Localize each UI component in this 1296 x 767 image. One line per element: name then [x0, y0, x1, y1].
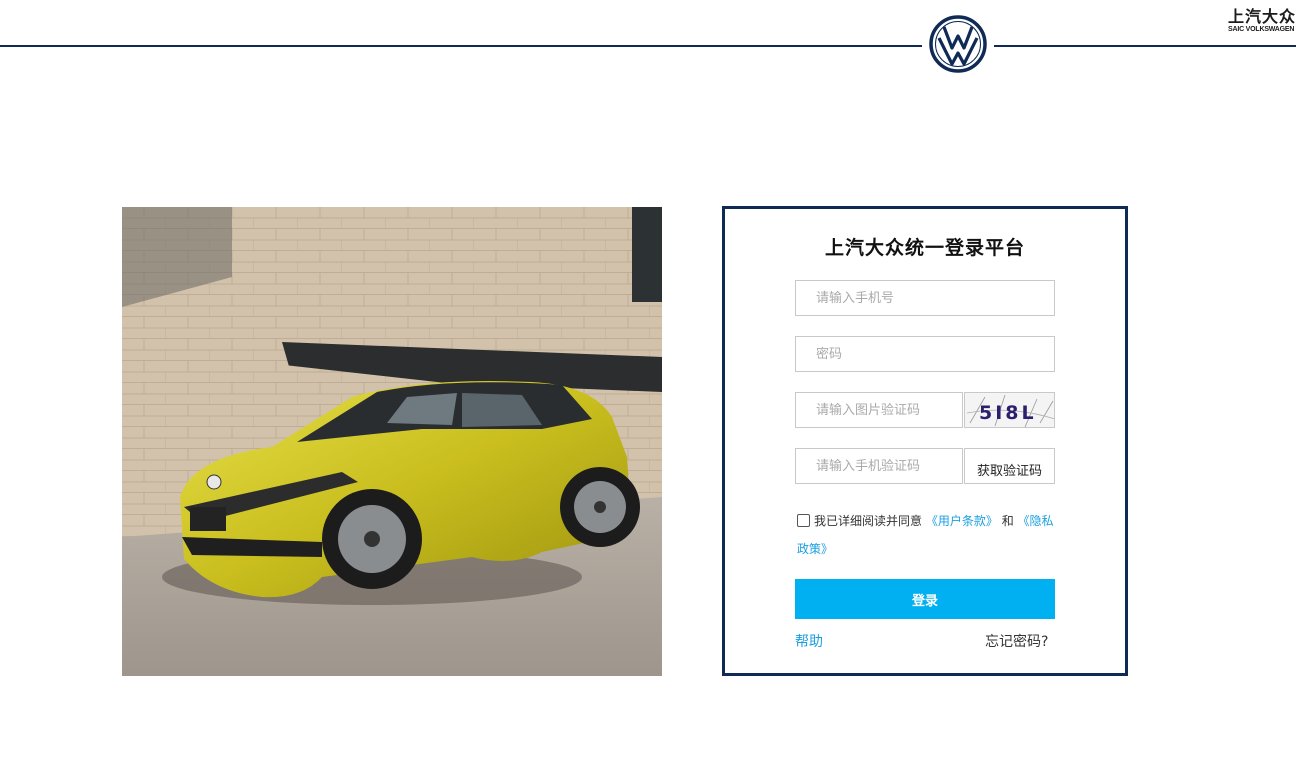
login-title: 上汽大众统一登录平台	[824, 237, 1025, 259]
hero-car-image	[122, 207, 662, 676]
agreement-checkbox[interactable]	[797, 514, 810, 527]
login-card: 上汽大众统一登录平台 5I8L 获取验证码 我已详细阅读并同意 《用户条款》 和…	[722, 206, 1128, 676]
sms-code-input[interactable]	[796, 449, 962, 483]
agreement-text: 我已详细阅读并同意	[814, 514, 923, 528]
password-field	[795, 336, 1055, 372]
brand-name-cn: 上汽大众	[1228, 8, 1296, 26]
get-sms-code-button[interactable]: 获取验证码	[964, 448, 1055, 484]
header: 上汽大众 SAIC VOLKSWAGEN	[0, 0, 1296, 80]
login-button[interactable]: 登录	[795, 579, 1055, 619]
brand-logo: 上汽大众 SAIC VOLKSWAGEN	[1228, 8, 1296, 38]
captcha-input[interactable]	[796, 393, 962, 427]
vw-logo	[929, 15, 987, 73]
help-link[interactable]: 帮助	[795, 631, 823, 651]
phone-field	[795, 280, 1055, 316]
header-divider-right	[994, 45, 1296, 47]
terms-link[interactable]: 《用户条款》	[926, 514, 998, 528]
agreement-and: 和	[1001, 514, 1014, 528]
captcha-noise: 5I8L	[966, 394, 1054, 427]
captcha-image[interactable]: 5I8L	[964, 392, 1055, 428]
header-divider-left	[0, 45, 922, 47]
captcha-field	[795, 392, 963, 428]
forgot-password-link[interactable]: 忘记密码?	[985, 631, 1048, 651]
captcha-text: 5I8L	[979, 402, 1037, 424]
phone-input[interactable]	[796, 281, 1054, 315]
password-input[interactable]	[796, 337, 1054, 371]
agreement: 我已详细阅读并同意 《用户条款》 和 《隐私政策》	[797, 507, 1059, 563]
sms-code-field	[795, 448, 963, 484]
brand-name-en: SAIC VOLKSWAGEN	[1228, 26, 1295, 33]
